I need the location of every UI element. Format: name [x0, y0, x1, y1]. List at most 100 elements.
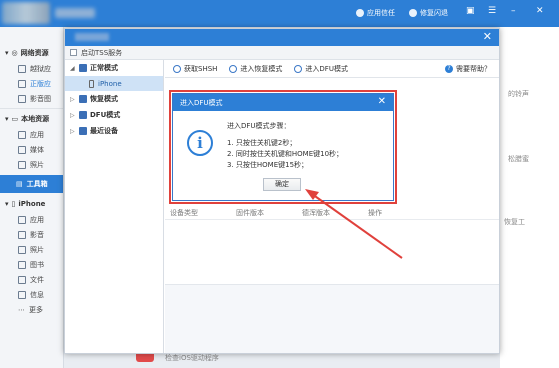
- refresh-icon: [229, 64, 238, 73]
- dialog-instructions: 进入DFU模式步骤： 1. 只按住关机键2秒； 2. 同时按住关机键和HOME键…: [227, 121, 343, 171]
- app-name-blurred: [55, 8, 95, 18]
- nav-item-iphone-media[interactable]: 影音: [0, 227, 63, 242]
- dialog-title: 进入DFU模式: [180, 98, 223, 107]
- nav-item-local-photos[interactable]: 照片: [0, 157, 63, 172]
- tree-group-dfu-mode[interactable]: ▷ DFU模式: [65, 107, 163, 123]
- fix-crash-button[interactable]: 修复闪退: [409, 8, 448, 18]
- dfu-dialog: 进入DFU模式 ✕ i 进入DFU模式步骤： 1. 只按住关机键2秒； 2. 同…: [172, 93, 394, 201]
- nav-item-iphone-messages[interactable]: 信息: [0, 287, 63, 302]
- nav-group-iphone[interactable]: ▾ ▯ iPhone: [0, 196, 63, 212]
- monitor-icon: ▭: [11, 115, 19, 123]
- column-firmware: 固件版本: [236, 209, 264, 217]
- chevron-right-icon: ▷: [70, 127, 75, 135]
- info-icon: i: [187, 130, 213, 156]
- chevron-right-icon: ▷: [70, 111, 75, 119]
- bg-text: 的铃声: [508, 90, 529, 98]
- nav-group-local[interactable]: ▾ ▭ 本地资源: [0, 111, 63, 127]
- tree-group-normal-mode[interactable]: ◢ 正常模式: [65, 60, 163, 76]
- message-icon: [18, 290, 26, 299]
- nav-item-toolbox[interactable]: ▤ 工具箱: [0, 175, 63, 193]
- divider: [0, 108, 63, 109]
- toolbox-toolbar: 获取SHSH 进入恢复模式 进入DFU模式 ? 需要帮助？: [165, 60, 499, 78]
- globe-icon: ◎: [11, 49, 18, 57]
- nav-item-local-media[interactable]: 媒体: [0, 142, 63, 157]
- tss-label: 启动TSS服务: [81, 48, 123, 57]
- phone-icon: [89, 79, 94, 88]
- background-content-right: 的铃声 松腊蜜 恢复工: [500, 27, 559, 368]
- tss-checkbox[interactable]: [70, 49, 77, 56]
- phone-icon: ▯: [11, 200, 16, 208]
- monitor-icon: [79, 95, 87, 103]
- shield-icon: [356, 9, 364, 17]
- close-icon[interactable]: ✕: [378, 96, 386, 107]
- nav-item-local-apps[interactable]: 应用: [0, 127, 63, 142]
- toolbox-icon: ▤: [16, 180, 23, 188]
- close-icon[interactable]: ✕: [483, 30, 492, 43]
- device-table-header: 设备类型 固件版本 德浑版本 操作: [165, 208, 499, 220]
- app-titlebar: 应用信任 修复闪退 ▣ ☰ – ✕: [0, 0, 559, 27]
- left-navigation: ▾ ◎ 网络资源 越狱应 正版应 影音图 ▾ ▭ 本地资源 应用 媒体 照片 ▤…: [0, 27, 64, 368]
- toolbox-titlebar: ✕: [65, 29, 499, 46]
- ok-button[interactable]: 确定: [263, 178, 301, 191]
- nav-item-iphone-more[interactable]: ⋯ 更多: [0, 302, 63, 317]
- skin-icon[interactable]: ▣: [466, 6, 475, 16]
- monitor-icon: [79, 127, 87, 135]
- driver-check-label: 检查iOS驱动程序: [165, 354, 219, 362]
- dfu-dialog-titlebar: 进入DFU模式 ✕: [173, 94, 393, 111]
- book-icon: [18, 260, 26, 269]
- minimize-icon[interactable]: –: [511, 6, 516, 16]
- column-action: 操作: [368, 209, 382, 217]
- nav-item-jailbreak-apps[interactable]: 越狱应: [0, 61, 63, 76]
- toolbox-bottom-panel: [165, 284, 499, 353]
- help-link[interactable]: ? 需要帮助？: [445, 64, 491, 74]
- tree-group-recent-devices[interactable]: ▷ 最近设备: [65, 123, 163, 139]
- more-icon: ⋯: [18, 305, 25, 314]
- nav-item-iphone-apps[interactable]: 应用: [0, 212, 63, 227]
- dialog-intro: 进入DFU模式步骤：: [227, 122, 291, 130]
- tss-bar: 启动TSS服务: [65, 46, 499, 60]
- media-icon: [18, 145, 26, 154]
- nav-group-network[interactable]: ▾ ◎ 网络资源: [0, 45, 63, 61]
- enter-dfu-button[interactable]: 进入DFU模式: [294, 64, 348, 74]
- tree-item-iphone[interactable]: iPhone: [65, 76, 163, 91]
- chevron-down-icon: ▾: [5, 49, 9, 57]
- question-icon: ?: [445, 65, 453, 73]
- nav-item-iphone-photos[interactable]: 照片: [0, 242, 63, 257]
- dialog-step: 1. 只按住关机键2秒；: [227, 139, 297, 147]
- chevron-down-icon: ▾: [5, 200, 9, 208]
- monitor-icon: [79, 111, 87, 119]
- tree-group-recovery-mode[interactable]: ▷ 恢复模式: [65, 91, 163, 107]
- chevron-down-icon: ▾: [5, 115, 9, 123]
- app-icon: [18, 130, 26, 139]
- dialog-step: 3. 只按住HOME键15秒；: [227, 161, 309, 169]
- app-trust-button[interactable]: 应用信任: [356, 8, 395, 18]
- column-baseband: 德浑版本: [302, 209, 330, 217]
- nav-item-iphone-books[interactable]: 图书: [0, 257, 63, 272]
- monitor-icon: [79, 64, 87, 72]
- music-icon: [18, 94, 26, 103]
- app-icon: [18, 215, 26, 224]
- bg-text: 松腊蜜: [508, 155, 529, 163]
- download-icon: [173, 64, 181, 73]
- nav-item-iphone-files[interactable]: 文件: [0, 272, 63, 287]
- photo-icon: [18, 160, 26, 169]
- home-icon: [294, 64, 303, 73]
- column-device-type: 设备类型: [170, 209, 198, 217]
- nav-item-media[interactable]: 影音图: [0, 91, 63, 106]
- get-shsh-button[interactable]: 获取SHSH: [173, 64, 217, 74]
- wrench-icon: [409, 9, 417, 17]
- app-icon: [18, 64, 26, 73]
- chevron-right-icon: ▷: [70, 95, 75, 103]
- nav-item-genuine-apps[interactable]: 正版应: [0, 76, 63, 91]
- app-icon: [18, 79, 26, 88]
- file-icon: [18, 275, 26, 284]
- toolbox-title-blurred: [75, 33, 109, 41]
- media-icon: [18, 230, 26, 239]
- device-tree: ◢ 正常模式 iPhone ▷ 恢复模式 ▷ DFU模式 ▷ 最近设备: [65, 60, 164, 353]
- chevron-down-icon: ◢: [70, 64, 75, 72]
- close-icon[interactable]: ✕: [536, 6, 544, 16]
- dialog-step: 2. 同时按住关机键和HOME键10秒；: [227, 150, 344, 158]
- app-logo: [2, 2, 50, 24]
- menu-icon[interactable]: ☰: [488, 6, 496, 16]
- enter-recovery-button[interactable]: 进入恢复模式: [229, 64, 282, 74]
